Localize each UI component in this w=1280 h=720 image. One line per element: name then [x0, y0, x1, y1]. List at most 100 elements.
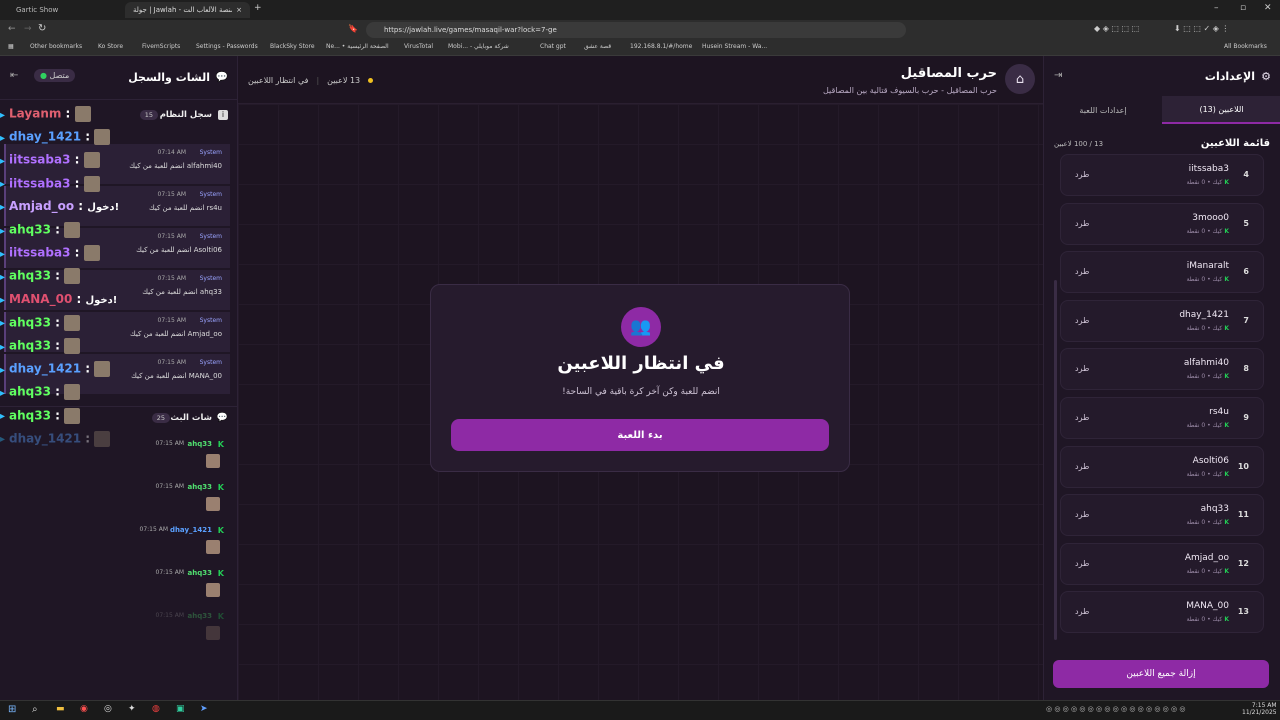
kick-player-button[interactable]: طرد [1075, 364, 1089, 373]
broadcast-username[interactable]: ahq33 [188, 483, 212, 491]
kick-icon: K [217, 483, 224, 492]
address-bar[interactable]: https://jawlah.live/games/masaqil-war?lo… [366, 22, 906, 38]
start-icon[interactable]: ⊞ [8, 704, 16, 715]
separator: : [50, 315, 65, 330]
remove-all-players-button[interactable]: إزالة جميع اللاعبين [1053, 660, 1269, 688]
broadcast-count: 25 [151, 413, 170, 423]
start-game-button[interactable]: بدء اللعبة [451, 419, 829, 451]
kick-player-button[interactable]: طرد [1075, 267, 1089, 276]
avatar [64, 384, 81, 401]
kick-player-button[interactable]: طرد [1075, 413, 1089, 422]
kick-player-button[interactable]: طرد [1075, 170, 1089, 179]
bookmark-item[interactable]: Husein Stream - Wa... [702, 43, 767, 50]
bookmark-item[interactable]: Ne... • الصفحة الرئيسية [326, 43, 389, 50]
log-text: rs4u انضم للعبة من كيك [148, 204, 222, 212]
forward-icon[interactable]: → [24, 24, 32, 34]
window-close-icon[interactable]: ✕ [1264, 3, 1272, 13]
kick-player-button[interactable]: طرد [1075, 462, 1089, 471]
reload-icon[interactable]: ↻ [38, 23, 46, 34]
overlay-username: dhay_1421 [9, 431, 82, 446]
bookmark-item[interactable]: BlackSky Store [270, 43, 315, 50]
platform-icon: ▸ [0, 341, 6, 353]
player-number: 13 [1237, 607, 1249, 617]
bookmark-icon[interactable]: 🔖 [348, 24, 358, 33]
new-tab-icon[interactable]: + [254, 3, 262, 13]
app-icon[interactable]: ◍ [152, 704, 160, 714]
url-text: https://jawlah.live/games/masaqil-war?lo… [384, 26, 557, 34]
kick-player-button[interactable]: طرد [1075, 316, 1089, 325]
overlay-username: ahq33 [9, 338, 51, 353]
clock-date: 11/21/2025 [1242, 709, 1277, 716]
player-name: rs4u [1209, 407, 1229, 417]
bookmark-item[interactable]: VirusTotal [404, 43, 433, 50]
platform-icon: ▸ [0, 318, 6, 330]
player-name: 3mooo0 [1192, 212, 1229, 223]
log-sender: System [199, 191, 222, 198]
search-icon[interactable]: ⌕ [32, 704, 38, 715]
close-icon[interactable]: × [236, 6, 242, 14]
platform-icon: ▸ [0, 434, 6, 446]
collapse-icon[interactable]: ⇤ [10, 70, 18, 81]
kick-platform-icon: K [1222, 519, 1229, 527]
broadcast-username[interactable]: ahq33 [188, 612, 212, 620]
overlay-username: dhay_1421 [9, 361, 82, 376]
bookmark-item[interactable]: Chat gpt [540, 43, 566, 50]
tab-players[interactable]: اللاعبين (13) [1162, 96, 1280, 124]
broadcast-username[interactable]: ahq33 [188, 569, 212, 577]
kick-player-button[interactable]: طرد [1075, 559, 1089, 568]
browser-icon[interactable]: ◉ [80, 704, 88, 714]
back-icon[interactable]: ← [8, 24, 16, 34]
bookmark-item[interactable]: FivemScripts [142, 43, 180, 50]
menu-icon[interactable]: ⬇ ⬚ ⬚ ✓ ◈ ⋮ [1174, 24, 1229, 33]
extensions-icon[interactable]: ◆ ◈ ⬚ ⬚ ⬚ [1094, 24, 1139, 33]
player-meta: K كيك • 0 نقطة [1187, 179, 1229, 186]
kick-player-button[interactable]: طرد [1075, 219, 1089, 228]
bookmark-item[interactable]: 192.168.8.1/#/home [630, 43, 692, 50]
overlay-chat-line: ▸ iitssaba3 : [0, 152, 120, 174]
broadcast-title: شات البث [170, 413, 212, 423]
collapse-icon[interactable]: ⇥ [1054, 70, 1062, 81]
kick-player-button[interactable]: طرد [1075, 607, 1089, 616]
bookmark-item[interactable]: All Bookmarks [1224, 43, 1267, 50]
maximize-icon[interactable]: ▫ [1240, 3, 1246, 13]
clock[interactable]: 7:15 AM 11/21/2025 [1242, 702, 1277, 716]
home-icon[interactable]: ⌂ [1005, 64, 1035, 94]
bookmark-item[interactable]: Ko Store [98, 43, 123, 50]
broadcast-time: 07:15 AM [155, 440, 184, 447]
app-icon[interactable]: ➤ [200, 704, 208, 714]
folder-icon[interactable]: ▬ [56, 704, 65, 714]
kick-icon: K [217, 612, 224, 621]
broadcast-username[interactable]: dhay_1421 [170, 526, 212, 534]
overlay-username: ahq33 [9, 408, 51, 423]
apps-icon[interactable]: ▦ [8, 43, 14, 50]
bookmark-item[interactable]: Settings - Passwords [196, 43, 258, 50]
bookmark-item[interactable]: Mobi... - شركة موبايلي [448, 43, 509, 50]
avatar [64, 338, 81, 354]
tray-icons[interactable]: ◎ ◎ ◎ ◎ ◎ ◎ ◎ ◎ ◎ ◎ ◎ ◎ ◎ ◎ ◎ ◎ ◎ [1046, 705, 1185, 713]
app-icon[interactable]: ✦ [128, 704, 136, 714]
scrollbar[interactable] [1054, 280, 1057, 640]
online-dot: ● [40, 71, 47, 80]
log-sender: System [199, 359, 222, 366]
separator: : [50, 408, 65, 423]
log-icon: i [218, 110, 228, 120]
browser-tab-active[interactable]: جولة | Jawlah - منصة الألعاب الت... × [125, 2, 250, 18]
overlay-chat-line: ▸ dhay_1421 : [0, 361, 120, 383]
player-row: 6 iManaralt K كيك • 0 نقطة طرد [1060, 251, 1264, 294]
broadcast-time: 07:15 AM [139, 526, 168, 533]
bookmark-item[interactable]: Other bookmarks [30, 43, 82, 50]
bookmark-item[interactable]: قصة عشق [584, 43, 611, 50]
kick-player-button[interactable]: طرد [1075, 510, 1089, 519]
platform-icon: ▸ [0, 364, 6, 376]
app-icon[interactable]: ◎ [104, 704, 112, 714]
player-name: ahq33 [1200, 504, 1229, 515]
app-icon[interactable]: ▣ [176, 704, 185, 714]
minimize-icon[interactable]: – [1214, 3, 1219, 13]
tab-game-settings[interactable]: إعدادات اللعبة [1044, 96, 1162, 124]
browser-tab[interactable]: Gartic Show [8, 2, 123, 18]
separator: : [50, 222, 65, 237]
overlay-chat-line: ▸ Layanm : [0, 106, 120, 128]
player-meta: K كيك • 0 نقطة [1187, 616, 1229, 623]
player-name: iManaralt [1186, 261, 1229, 272]
broadcast-username[interactable]: ahq33 [188, 440, 212, 448]
